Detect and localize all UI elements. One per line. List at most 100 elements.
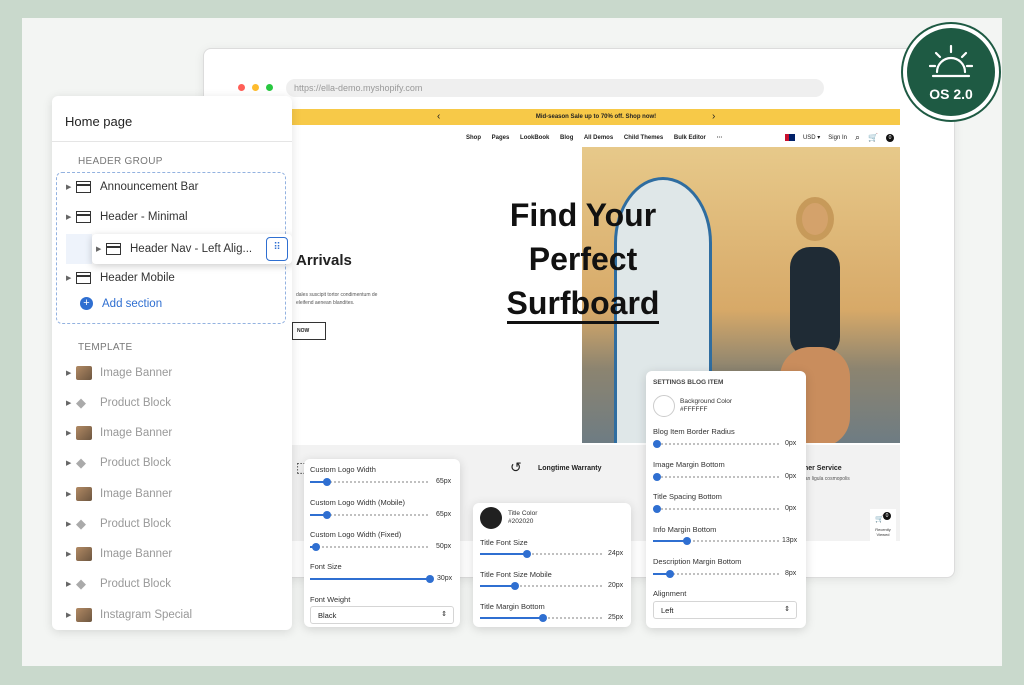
nav-shop[interactable]: Shop — [466, 135, 481, 141]
announcement-bar[interactable]: ‹ Mid-season Sale up to 70% off. Shop no… — [292, 109, 900, 125]
hero-line-2: Perfect — [528, 241, 638, 277]
template-item[interactable]: ▶ Image Banner — [66, 482, 172, 506]
sections-panel: Home page HEADER GROUP ▶ Announcement Ba… — [52, 96, 292, 630]
template-item[interactable]: ▶ Image Banner — [66, 542, 172, 566]
tag-icon: ◆ — [76, 576, 86, 591]
blog-settings-heading: SETTINGS BLOG ITEM — [653, 379, 724, 386]
caret-right-icon[interactable]: ▶ — [66, 274, 76, 282]
recently-viewed-widget[interactable]: 0 🛒 Recently Viewed — [870, 509, 896, 549]
image-thumbnail — [76, 547, 92, 561]
section-announcement-bar[interactable]: ▶ Announcement Bar — [66, 175, 198, 199]
sunrise-icon — [929, 44, 973, 78]
title-font-size-slider[interactable] — [480, 550, 604, 558]
title-settings-card: Title Color #202020 Title Font Size 24px… — [473, 503, 631, 627]
info-margin-bottom-slider[interactable] — [653, 537, 779, 545]
font-size-slider[interactable] — [310, 575, 434, 583]
background-color-swatch[interactable] — [653, 395, 675, 417]
add-section-button[interactable]: + Add section — [80, 297, 162, 310]
nav-pages[interactable]: Pages — [492, 135, 510, 141]
nav-more[interactable]: ··· — [717, 135, 723, 141]
template-item[interactable]: ▶ Image Banner — [66, 361, 172, 385]
promo-text: Mid-season Sale up to 70% off. Shop now! — [535, 114, 657, 120]
header-group-label: HEADER GROUP — [78, 156, 163, 167]
close-dot[interactable] — [238, 84, 245, 91]
caret-right-icon[interactable]: ▶ — [66, 183, 76, 191]
caret-right-icon[interactable]: ▶ — [66, 611, 76, 619]
custom-logo-width-mobile-slider[interactable] — [310, 511, 430, 519]
nav-bulk-editor[interactable]: Bulk Editor — [674, 135, 706, 141]
nav-all-demos[interactable]: All Demos — [584, 135, 613, 141]
section-header-minimal[interactable]: ▶ Header - Minimal — [66, 205, 188, 229]
template-item[interactable]: ▶ ◆ Product Block — [66, 391, 171, 415]
address-bar[interactable]: https://ella-demo.myshopify.com — [286, 79, 824, 97]
template-item-label: Product Block — [100, 397, 171, 409]
template-item[interactable]: ▶ Instagram Special — [66, 603, 192, 627]
caret-right-icon[interactable]: ▶ — [66, 369, 76, 377]
title-spacing-bottom-label: Title Spacing Bottom — [653, 492, 722, 501]
maximize-dot[interactable] — [266, 84, 273, 91]
search-icon[interactable]: ⌕ — [855, 132, 860, 143]
font-weight-select[interactable]: Black ⇕ — [310, 606, 454, 624]
shop-now-button[interactable]: NOW — [292, 322, 326, 340]
hero-line-3: Surfboard — [506, 285, 660, 324]
cart-icon[interactable]: 🛒 — [868, 133, 878, 142]
chevron-right-icon[interactable]: › — [712, 109, 715, 125]
return-icon: ↺ — [510, 459, 522, 475]
image-margin-bottom-slider[interactable] — [653, 473, 779, 481]
custom-logo-width-fixed-value: 50px — [436, 543, 452, 550]
caret-right-icon[interactable]: ▶ — [66, 490, 76, 498]
nav-blog[interactable]: Blog — [560, 135, 573, 141]
custom-logo-width-mobile-value: 65px — [436, 511, 452, 518]
title-font-size-value: 24px — [608, 550, 624, 557]
alignment-select[interactable]: Left ⇕ — [653, 601, 797, 619]
image-margin-bottom-value: 0px — [785, 473, 797, 480]
section-icon — [76, 181, 91, 193]
hero-title: Find Your Perfect Surfboard — [488, 193, 678, 325]
image-thumbnail — [76, 487, 92, 501]
custom-logo-width-fixed-slider[interactable] — [310, 543, 430, 551]
caret-right-icon[interactable]: ▶ — [96, 245, 106, 253]
font-size-value: 30px — [437, 575, 453, 582]
caret-right-icon[interactable]: ▶ — [66, 459, 76, 467]
drag-handle-icon[interactable]: ⠿ — [266, 237, 288, 261]
caret-right-icon[interactable]: ▶ — [66, 550, 76, 558]
sort-arrows-icon: ⇕ — [784, 606, 790, 613]
panel-title: Home page — [65, 114, 133, 129]
sign-in-link[interactable]: Sign In — [828, 135, 847, 141]
template-item[interactable]: ▶ Image Banner — [66, 421, 172, 445]
nav-child-themes[interactable]: Child Themes — [624, 135, 663, 141]
border-radius-slider[interactable] — [653, 440, 779, 448]
title-margin-bottom-slider[interactable] — [480, 614, 604, 622]
tag-icon: ◆ — [76, 455, 86, 470]
description-margin-bottom-value: 8px — [785, 570, 797, 577]
caret-right-icon[interactable]: ▶ — [66, 399, 76, 407]
flag-icon[interactable] — [784, 134, 795, 141]
title-color-swatch[interactable] — [480, 507, 502, 529]
custom-logo-width-slider[interactable] — [310, 478, 430, 486]
dragging-section-header-nav[interactable]: ▶ Header Nav - Left Alig... ⠿ — [92, 234, 292, 264]
caret-right-icon[interactable]: ▶ — [66, 580, 76, 588]
title-font-size-mobile-slider[interactable] — [480, 582, 604, 590]
nav-lookbook[interactable]: LookBook — [520, 135, 549, 141]
minimize-dot[interactable] — [252, 84, 259, 91]
currency-select[interactable]: USD ▾ — [803, 134, 820, 141]
caret-right-icon[interactable]: ▶ — [66, 213, 76, 221]
chevron-left-icon[interactable]: ‹ — [437, 109, 440, 125]
font-size-label: Font Size — [310, 562, 342, 571]
add-section-label: Add section — [102, 297, 163, 310]
template-item[interactable]: ▶ ◆ Product Block — [66, 512, 171, 536]
template-item[interactable]: ▶ ◆ Product Block — [66, 451, 171, 475]
section-label: Header Nav - Left Alig... — [130, 243, 253, 255]
description-margin-bottom-slider[interactable] — [653, 570, 779, 578]
section-label: Header Mobile — [100, 272, 175, 284]
template-item[interactable]: ▶ ◆ Product Block — [66, 572, 171, 596]
caret-right-icon[interactable]: ▶ — [66, 520, 76, 528]
plus-icon: + — [80, 297, 93, 310]
caret-right-icon[interactable]: ▶ — [66, 429, 76, 437]
template-item-label: Product Block — [100, 578, 171, 590]
custom-logo-width-value: 65px — [436, 478, 452, 485]
alignment-label: Alignment — [653, 589, 687, 598]
section-header-mobile[interactable]: ▶ Header Mobile — [66, 266, 175, 290]
arrivals-text: dales suscipit tortor condimentum de ele… — [296, 292, 378, 306]
title-spacing-bottom-slider[interactable] — [653, 505, 779, 513]
